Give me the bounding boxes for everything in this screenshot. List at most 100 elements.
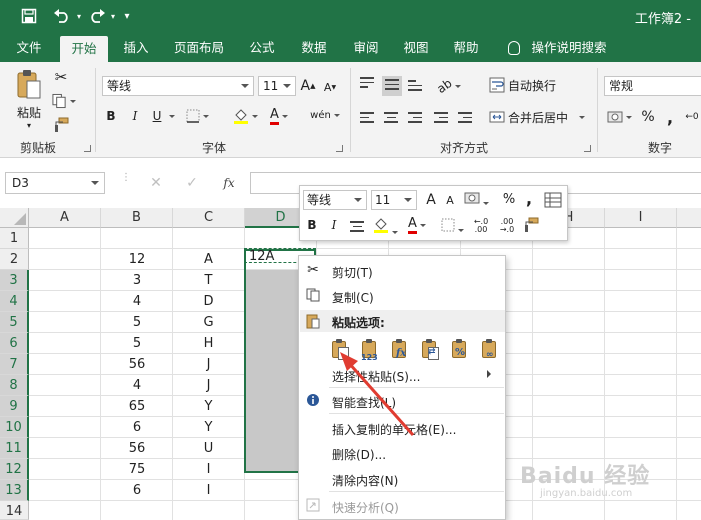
mini-comma-icon[interactable]: , — [524, 189, 534, 208]
mini-format-painter-icon[interactable] — [522, 217, 540, 235]
paste-formatting-icon[interactable]: % — [449, 338, 471, 364]
menu-paste-special[interactable]: 选择性粘贴(S)... — [332, 368, 420, 385]
cell-b5[interactable]: 5 — [101, 312, 173, 333]
row-header-13[interactable]: 13 — [0, 480, 29, 501]
align-top-icon[interactable] — [360, 77, 374, 91]
align-left-icon[interactable] — [360, 112, 374, 126]
cell-c5[interactable]: G — [173, 312, 244, 333]
cell-b13[interactable]: 6 — [101, 480, 173, 501]
alignment-launcher-icon[interactable] — [584, 145, 591, 152]
percent-style-icon[interactable]: % — [640, 108, 656, 126]
column-header-b[interactable]: B — [101, 208, 173, 228]
cut-icon[interactable]: ✂ — [52, 68, 70, 86]
cell-b6[interactable]: 5 — [101, 333, 173, 354]
orientation-icon[interactable]: ab — [434, 76, 464, 96]
mini-decrease-decimal-icon[interactable]: .00 →.0 — [496, 218, 518, 234]
row-header-14[interactable]: 14 — [0, 501, 29, 520]
paste-button-label[interactable]: 粘贴 — [12, 104, 46, 120]
menu-clear-contents[interactable]: 清除内容(N) — [332, 472, 398, 489]
customize-icon[interactable]: ▾ — [120, 6, 134, 26]
column-header-i[interactable]: I — [605, 208, 677, 228]
tab-file[interactable]: 文件 — [8, 34, 50, 62]
undo-dropdown-icon[interactable]: ▾ — [74, 6, 84, 26]
row-header-6[interactable]: 6 — [0, 333, 29, 354]
cell-b2[interactable]: 12 — [101, 249, 173, 270]
row-header-12[interactable]: 12 — [0, 459, 29, 480]
select-all-corner[interactable] — [0, 208, 29, 228]
mini-italic-button[interactable]: I — [328, 218, 340, 232]
name-box-dropdown-icon[interactable] — [91, 181, 99, 185]
row-header-11[interactable]: 11 — [0, 438, 29, 459]
cell-b3[interactable]: 3 — [101, 270, 173, 291]
increase-decimal-icon[interactable]: ←0 — [684, 108, 700, 126]
menu-insert-copied-cells[interactable]: 插入复制的单元格(E)... — [332, 421, 456, 438]
menu-cut[interactable]: 剪切(T) — [332, 264, 373, 281]
menu-smart-lookup[interactable]: 智能查找(L) — [332, 394, 396, 411]
redo-icon[interactable] — [86, 6, 108, 26]
wrap-text-icon[interactable] — [488, 76, 506, 94]
column-header-j[interactable] — [677, 208, 701, 228]
fill-color-icon[interactable] — [232, 106, 258, 126]
tab-review[interactable]: 审阅 — [346, 34, 386, 62]
paste-formulas-icon[interactable]: fx — [389, 338, 411, 364]
cell-c6[interactable]: H — [173, 333, 244, 354]
tab-insert[interactable]: 插入 — [116, 34, 156, 62]
cell-c8[interactable]: J — [173, 375, 244, 396]
mini-size-combo[interactable]: 11 — [371, 190, 417, 210]
row-header-4[interactable]: 4 — [0, 291, 29, 312]
mini-grow-font-icon[interactable]: A — [424, 192, 438, 208]
tab-formulas[interactable]: 公式 — [242, 34, 282, 62]
cell-c7[interactable]: J — [173, 354, 244, 375]
undo-icon[interactable] — [50, 6, 74, 26]
phonetic-icon[interactable]: wén — [308, 104, 342, 126]
cell-c10[interactable]: Y — [173, 417, 244, 438]
redo-dropdown-icon[interactable]: ▾ — [108, 6, 118, 26]
row-header-8[interactable]: 8 — [0, 375, 29, 396]
tab-help[interactable]: 帮助 — [446, 34, 486, 62]
tab-view[interactable]: 视图 — [396, 34, 436, 62]
cell-b4[interactable]: 4 — [101, 291, 173, 312]
paste-link-icon[interactable]: ∞ — [479, 338, 501, 364]
menu-copy[interactable]: 复制(C) — [332, 289, 374, 306]
paste-icon[interactable] — [14, 68, 44, 102]
number-format-combo[interactable]: 常规 — [604, 76, 701, 96]
mini-increase-decimal-icon[interactable]: ←.0.00 — [470, 218, 492, 234]
tell-me-search[interactable]: 操作说明搜索 — [528, 34, 610, 62]
merge-dropdown-icon[interactable] — [576, 108, 585, 126]
mini-shrink-font-icon[interactable]: A — [444, 194, 456, 207]
row-header-5[interactable]: 5 — [0, 312, 29, 333]
font-launcher-icon[interactable] — [336, 145, 343, 152]
tab-home[interactable]: 开始 — [60, 36, 108, 62]
tab-data[interactable]: 数据 — [294, 34, 334, 62]
mini-accounting-icon[interactable] — [462, 191, 490, 209]
paste-values-icon[interactable]: 123 — [359, 338, 381, 364]
cell-c13[interactable]: I — [173, 480, 244, 501]
decrease-indent-icon[interactable] — [434, 112, 448, 126]
cell-c3[interactable]: T — [173, 270, 244, 291]
row-header-1[interactable]: 1 — [0, 228, 29, 249]
cell-c9[interactable]: Y — [173, 396, 244, 417]
comma-style-icon[interactable]: , — [664, 108, 676, 127]
row-header-7[interactable]: 7 — [0, 354, 29, 375]
mini-percent-icon[interactable]: % — [502, 192, 516, 207]
clipboard-launcher-icon[interactable] — [84, 145, 91, 152]
mini-center-icon[interactable] — [350, 221, 364, 235]
paste-dropdown-icon[interactable]: ▾ — [24, 120, 34, 130]
cell-b8[interactable]: 4 — [101, 375, 173, 396]
merge-center-icon[interactable] — [488, 108, 506, 126]
font-size-combo[interactable]: 11 — [258, 76, 296, 96]
mini-font-color-icon[interactable]: A — [404, 216, 430, 236]
column-header-c[interactable]: C — [173, 208, 245, 228]
menu-delete[interactable]: 删除(D)... — [332, 446, 386, 463]
column-header-a[interactable]: A — [29, 208, 101, 228]
mini-font-combo[interactable]: 等线 — [303, 190, 367, 210]
format-painter-icon[interactable] — [52, 116, 70, 134]
insert-function-icon[interactable]: fx — [220, 172, 238, 194]
align-bottom-icon[interactable] — [408, 80, 422, 94]
align-middle-icon[interactable] — [382, 76, 402, 96]
borders-icon[interactable] — [184, 108, 210, 124]
mini-fill-color-icon[interactable] — [370, 216, 400, 236]
underline-dropdown-icon[interactable] — [165, 108, 175, 124]
cell-b11[interactable]: 56 — [101, 438, 173, 459]
font-name-combo[interactable]: 等线 — [102, 76, 254, 96]
